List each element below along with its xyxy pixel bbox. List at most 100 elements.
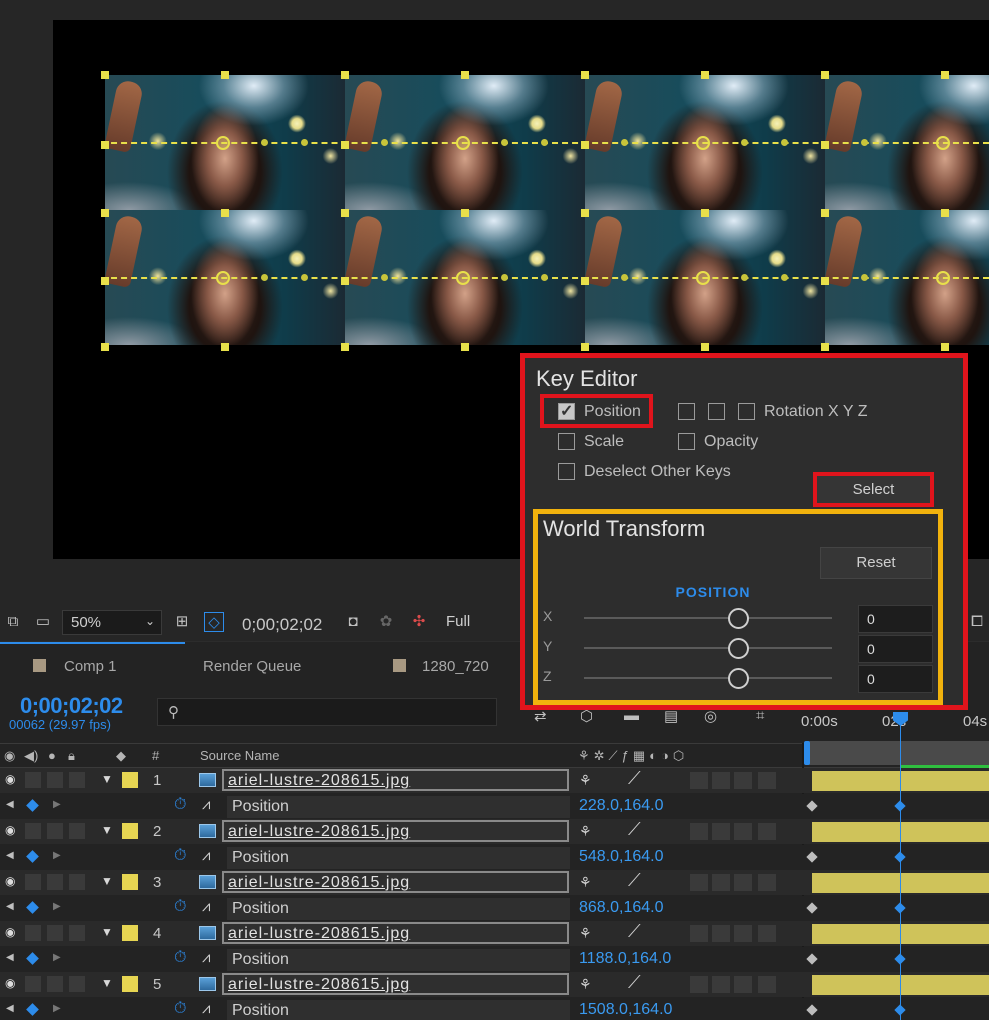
shy-switch-icon[interactable]: ⚘	[579, 772, 592, 789]
next-keyframe-icon[interactable]: ▶	[53, 799, 61, 810]
camera-icon[interactable]: ◘	[343, 612, 363, 632]
shy-switch-icon[interactable]: ⚘	[579, 874, 592, 891]
quality-switch-icon[interactable]: ⟋	[628, 972, 641, 993]
transform-handle[interactable]	[461, 209, 469, 217]
anchor-point[interactable]	[456, 271, 470, 285]
eye-icon[interactable]: ◉	[5, 976, 15, 990]
switch-box[interactable]	[758, 925, 776, 942]
property-row[interactable]: ◀ ▶ ⏱︎ ⩘ Position 1508.0,164.0	[0, 998, 989, 1020]
audio-toggle[interactable]	[24, 771, 42, 789]
layer-name[interactable]: ariel-lustre-208615.jpg	[222, 922, 569, 944]
property-value[interactable]: 548.0,164.0	[579, 848, 664, 866]
keyframe-diamond[interactable]	[806, 1004, 818, 1016]
solo-toggle[interactable]	[46, 924, 64, 942]
motion-path-point[interactable]	[741, 274, 748, 281]
show-snapshot-icon[interactable]: ✿	[376, 612, 396, 632]
layer-name[interactable]: ariel-lustre-208615.jpg	[222, 769, 569, 791]
view-options-icon[interactable]: ⧉	[3, 612, 23, 632]
switch-box[interactable]	[734, 976, 752, 993]
transform-handle[interactable]	[821, 209, 829, 217]
layer-row[interactable]: ◉ ▼ 5 ariel-lustre-208615.jpg ⚘ ⟋	[0, 972, 989, 997]
motion-path-point[interactable]	[861, 274, 868, 281]
solo-toggle[interactable]	[46, 771, 64, 789]
quality-switch-icon[interactable]: ⟋	[628, 870, 641, 891]
tab-1280-720[interactable]: 1280_720	[422, 658, 489, 675]
quality-switch-icon[interactable]: ⟋	[628, 921, 641, 942]
add-keyframe-icon[interactable]	[26, 952, 39, 965]
layer-name[interactable]: ariel-lustre-208615.jpg	[222, 820, 569, 842]
twirl-down-icon[interactable]: ▼	[101, 874, 113, 888]
transform-handle[interactable]	[341, 277, 349, 285]
transform-handle[interactable]	[821, 277, 829, 285]
transform-handle[interactable]	[581, 141, 589, 149]
solo-toggle[interactable]	[46, 975, 64, 993]
eye-icon[interactable]: ◉	[4, 748, 15, 764]
grid-guides-icon[interactable]: ⊞	[172, 612, 192, 632]
switch-box[interactable]	[690, 874, 708, 891]
layer-row[interactable]: ◉ ▼ 2 ariel-lustre-208615.jpg ⚘ ⟋	[0, 819, 989, 844]
deselect-other-keys-checkbox[interactable]	[558, 463, 575, 480]
label-icon[interactable]: ◆	[116, 748, 126, 764]
lock-toggle[interactable]	[68, 873, 86, 891]
fast-previews-icon[interactable]: ⧠	[967, 612, 987, 632]
transform-handle[interactable]	[101, 141, 109, 149]
previous-keyframe-icon[interactable]: ◀	[6, 952, 14, 963]
color-channels-icon[interactable]: ✣	[409, 612, 429, 632]
anchor-point[interactable]	[216, 271, 230, 285]
rotation-x-checkbox[interactable]	[678, 403, 695, 420]
property-value[interactable]: 228.0,164.0	[579, 797, 664, 815]
property-row[interactable]: ◀ ▶ ⏱︎ ⩘ Position 228.0,164.0	[0, 794, 989, 819]
label-color-swatch[interactable]	[122, 976, 138, 992]
motion-path-point[interactable]	[541, 139, 548, 146]
property-value[interactable]: 1508.0,164.0	[579, 1001, 672, 1019]
transform-handle[interactable]	[101, 343, 109, 351]
quality-switch-icon[interactable]: ⟋	[628, 819, 641, 840]
eye-icon[interactable]: ◉	[5, 874, 15, 888]
previous-keyframe-icon[interactable]: ◀	[6, 1003, 14, 1014]
solo-toggle[interactable]	[46, 822, 64, 840]
motion-path-point[interactable]	[261, 274, 268, 281]
motion-path-point[interactable]	[381, 274, 388, 281]
keyframe-diamond[interactable]	[806, 953, 818, 965]
switch-box[interactable]	[690, 823, 708, 840]
switch-box[interactable]	[690, 772, 708, 789]
graph-icon[interactable]: ⩘	[202, 847, 210, 864]
switch-box[interactable]	[734, 772, 752, 789]
shy-switch-icon[interactable]: ⚘	[579, 925, 592, 942]
shy-switch-icon[interactable]: ⚘	[579, 823, 592, 840]
tab-render-queue[interactable]: Render Queue	[203, 658, 301, 675]
twirl-down-icon[interactable]: ▼	[101, 772, 113, 786]
switch-box[interactable]	[734, 823, 752, 840]
eye-icon[interactable]: ◉	[5, 925, 15, 939]
previous-keyframe-icon[interactable]: ◀	[6, 901, 14, 912]
previous-keyframe-icon[interactable]: ◀	[6, 850, 14, 861]
switch-box[interactable]	[712, 823, 730, 840]
twirl-down-icon[interactable]: ▼	[101, 925, 113, 939]
transform-handle[interactable]	[821, 71, 829, 79]
layer-name[interactable]: ariel-lustre-208615.jpg	[222, 871, 569, 893]
property-row[interactable]: ◀ ▶ ⏱︎ ⩘ Position 1188.0,164.0	[0, 947, 989, 972]
keyframe-diamond[interactable]	[806, 902, 818, 914]
transform-handle[interactable]	[581, 71, 589, 79]
switch-box[interactable]	[712, 925, 730, 942]
rotation-z-checkbox[interactable]	[738, 403, 755, 420]
transform-handle[interactable]	[701, 209, 709, 217]
monitor-icon[interactable]: ▭	[33, 612, 53, 632]
audio-toggle[interactable]	[24, 924, 42, 942]
rotation-y-checkbox[interactable]	[708, 403, 725, 420]
label-color-swatch[interactable]	[122, 925, 138, 941]
property-value[interactable]: 868.0,164.0	[579, 899, 664, 917]
motion-path-point[interactable]	[301, 274, 308, 281]
stopwatch-icon[interactable]: ⏱︎	[174, 1000, 186, 1018]
motion-path-point[interactable]	[781, 139, 788, 146]
motion-path-point[interactable]	[501, 274, 508, 281]
shy-switch-icon[interactable]: ⚘	[579, 976, 592, 993]
motion-path-point[interactable]	[501, 139, 508, 146]
transform-handle[interactable]	[461, 343, 469, 351]
graph-icon[interactable]: ⩘	[202, 949, 210, 966]
select-button[interactable]: Select	[813, 472, 934, 507]
lock-icon[interactable]: 🔒︎	[68, 748, 75, 764]
axis-slider-track[interactable]	[584, 677, 832, 679]
add-keyframe-icon[interactable]	[26, 799, 39, 812]
quality-switch-icon[interactable]: ⟋	[628, 768, 641, 789]
